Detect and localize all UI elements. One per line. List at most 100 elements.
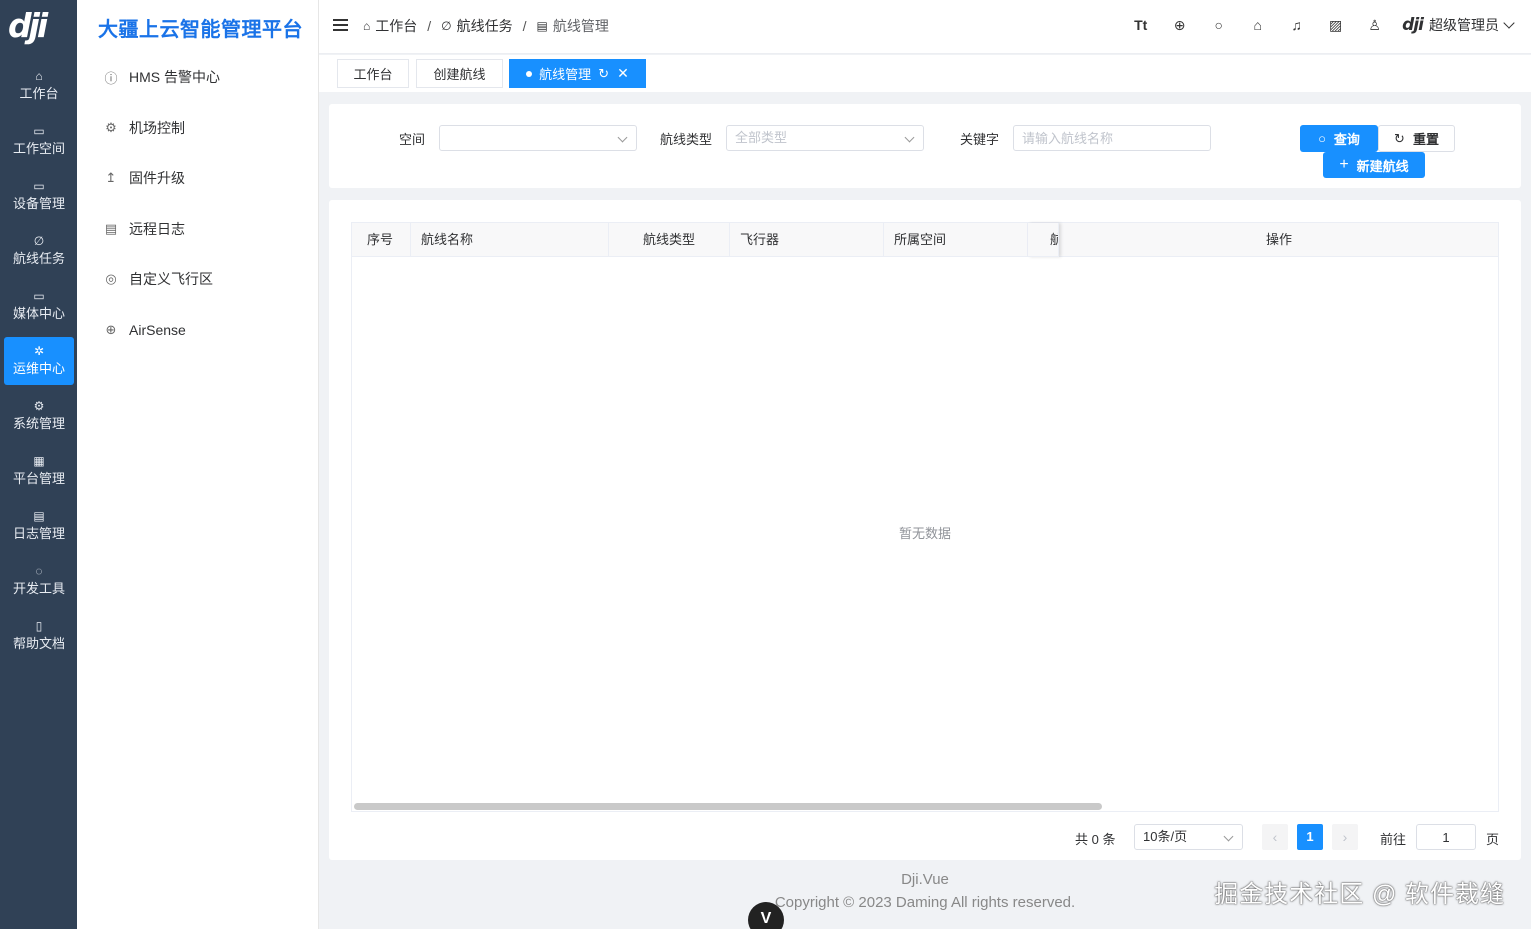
submenu-item-label: AirSense — [129, 322, 186, 338]
close-icon[interactable]: ✕ — [617, 65, 629, 82]
column-header: 序号 — [352, 223, 411, 257]
submenu-item-5[interactable]: ⊕ AirSense — [104, 318, 186, 342]
keyword-input[interactable] — [1013, 125, 1211, 151]
rail-item-label: 航线任务 — [12, 251, 65, 266]
upload-icon: ↥ — [105, 170, 117, 186]
plus-icon: + — [1339, 156, 1349, 173]
space-label: 空间 — [399, 132, 426, 147]
rail-item-0[interactable]: ⌂ 工作台 — [4, 62, 74, 110]
route-type-label: 航线类型 — [660, 132, 713, 147]
rail-item-1[interactable]: ▭ 工作空间 — [4, 117, 74, 165]
rail-item-5[interactable]: ✲ 运维中心 — [4, 337, 74, 385]
active-dot-icon — [526, 70, 533, 77]
chevron-down-icon — [1223, 831, 1234, 842]
rail-item-8[interactable]: ▤ 日志管理 — [4, 502, 74, 550]
location-pin-icon: ◎ — [105, 271, 117, 287]
rail-item-2[interactable]: ▭ 设备管理 — [4, 172, 74, 220]
chevron-down-icon — [1503, 17, 1515, 29]
search-icon[interactable]: ○ — [1199, 17, 1238, 34]
tab-workbench[interactable]: 工作台 — [337, 59, 409, 88]
goto-label: 前往 — [1380, 832, 1407, 847]
breadcrumb-current: 航线管理 — [552, 18, 609, 34]
new-route-button[interactable]: + 新建航线 — [1323, 152, 1425, 178]
user-menu[interactable]: dji 超级管理员 — [1402, 15, 1515, 35]
page-suffix: 页 — [1486, 832, 1500, 847]
reset-button[interactable]: ↻ 重置 — [1378, 125, 1455, 152]
submenu-item-2[interactable]: ↥ 固件升级 — [104, 166, 185, 190]
tab-route-management[interactable]: 航线管理 ↻ ✕ — [509, 59, 646, 88]
chart-icon[interactable]: ▨ — [1316, 17, 1355, 34]
device-icon: ▭ — [33, 179, 45, 193]
space-select[interactable] — [439, 125, 637, 151]
keyword-label: 关键字 — [960, 132, 1000, 147]
breadcrumb-home[interactable]: 工作台 — [375, 16, 417, 36]
tabs-bar: 工作台 创建航线 航线管理 ↻ ✕ — [319, 55, 1531, 92]
horizontal-scrollbar[interactable] — [354, 803, 1102, 810]
column-header: 飞行器 — [730, 223, 884, 257]
clipboard-icon: ▤ — [536, 19, 548, 33]
bell-icon[interactable]: ♫ — [1277, 17, 1316, 34]
app-title: 大疆上云智能管理平台 — [98, 19, 303, 41]
rail-item-6[interactable]: ⚙ 系统管理 — [4, 392, 74, 440]
link-icon: ∅ — [33, 234, 45, 248]
page-size-select[interactable]: 10条/页 — [1134, 824, 1243, 850]
goto-page-input[interactable] — [1416, 824, 1476, 850]
column-header: 操作 — [1266, 232, 1293, 247]
chip-icon: ◌ — [35, 564, 43, 578]
rail-item-10[interactable]: ▯ 帮助文档 — [4, 612, 74, 660]
rail-item-label: 工作空间 — [12, 141, 65, 156]
route-type-select[interactable]: 全部类型 — [726, 125, 924, 151]
column-header: 所属空间 — [884, 223, 1028, 257]
submenu-panel: 大疆上云智能管理平台 ⓘ HMS 告警中心 ⚙ 机场控制 ↥ 固件升级 ▤ 远程日志 ◎ 自定义飞… — [77, 0, 319, 929]
font-size-icon[interactable]: Tt — [1121, 17, 1160, 34]
page-number-current[interactable]: 1 — [1297, 824, 1323, 850]
next-page-button[interactable]: › — [1332, 824, 1358, 850]
home-icon: ⌂ — [363, 19, 371, 33]
rail-item-label: 运维中心 — [12, 361, 65, 376]
video-icon: ▭ — [33, 289, 45, 303]
top-header: ⌂ 工作台 / ∅ 航线任务 / ▤ 航线管理 Tt ⊕ ○ ⌂ ♫ ▨ ♙ dji 超级管… — [319, 0, 1531, 54]
submenu-item-label: 机场控制 — [129, 119, 185, 136]
rail-item-7[interactable]: ▦ 平台管理 — [4, 447, 74, 495]
rail-item-9[interactable]: ◌ 开发工具 — [4, 557, 74, 605]
plus-circle-icon[interactable]: ⊕ — [1160, 17, 1199, 34]
chevron-down-icon — [904, 132, 915, 143]
dji-user-logo: dji — [1402, 15, 1424, 35]
prev-page-button[interactable]: ‹ — [1262, 824, 1288, 850]
dji-logo: dji — [8, 6, 48, 45]
briefcase-icon: ▭ — [33, 124, 45, 138]
chevron-down-icon — [617, 132, 628, 143]
submenu-item-3[interactable]: ▤ 远程日志 — [104, 217, 185, 241]
rail-item-4[interactable]: ▭ 媒体中心 — [4, 282, 74, 330]
breadcrumb-middle[interactable]: 航线任务 — [457, 16, 513, 36]
gear-icon: ✲ — [33, 344, 45, 358]
crosshair-icon: ⊕ — [105, 322, 117, 337]
search-button[interactable]: ○ 查询 — [1300, 125, 1378, 152]
book-icon: ▯ — [35, 619, 43, 633]
rail-item-3[interactable]: ∅ 航线任务 — [4, 227, 74, 275]
watermark: 掘金技术社区 @ 软件裁缝 — [1214, 881, 1505, 908]
empty-state: 暂无数据 — [898, 526, 951, 541]
alert-circle-icon: ⓘ — [104, 70, 118, 86]
submenu-item-label: 自定义飞行区 — [129, 271, 213, 288]
refresh-icon[interactable]: ↻ — [598, 66, 609, 82]
search-icon: ○ — [1318, 131, 1326, 146]
user-icon[interactable]: ♙ — [1355, 17, 1394, 34]
shirt-icon[interactable]: ⌂ — [1238, 17, 1277, 34]
submenu-item-4[interactable]: ◎ 自定义飞行区 — [104, 267, 213, 291]
user-name: 超级管理员 — [1429, 17, 1499, 33]
routes-table: 序号 航线名称 航线类型 飞行器 所属空间 航 操作 暂无数据 — [351, 222, 1499, 812]
gear-icon: ⚙ — [105, 119, 117, 135]
column-header: 航线名称 — [411, 223, 609, 257]
grid-icon: ▦ — [33, 454, 45, 468]
submenu-item-label: 远程日志 — [129, 220, 185, 237]
rail-item-label: 媒体中心 — [12, 306, 65, 321]
column-header: 航 — [1028, 223, 1059, 257]
submenu-item-0[interactable]: ⓘ HMS 告警中心 — [104, 65, 220, 89]
refresh-icon: ↻ — [1394, 130, 1405, 146]
submenu-item-label: HMS 告警中心 — [129, 69, 220, 85]
tab-create-route[interactable]: 创建航线 — [416, 59, 503, 88]
home-icon: ⌂ — [35, 69, 43, 83]
submenu-item-1[interactable]: ⚙ 机场控制 — [104, 116, 185, 140]
hamburger-icon[interactable] — [333, 19, 348, 33]
